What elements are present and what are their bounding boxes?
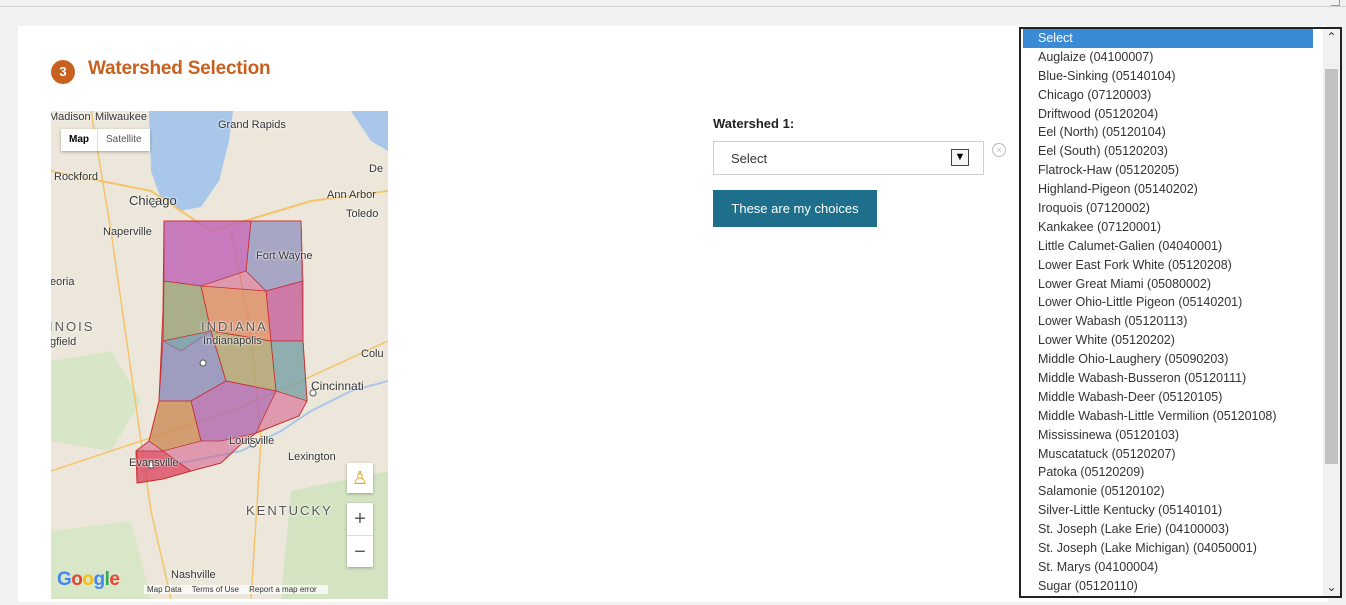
map-label-milwaukee: Milwaukee bbox=[95, 111, 147, 123]
dropdown-option[interactable]: Iroquois (07120002) bbox=[1021, 199, 1324, 218]
scroll-down-icon[interactable]: ⌄ bbox=[1323, 579, 1340, 596]
map-label-detroit: De bbox=[369, 163, 384, 175]
dropdown-option[interactable]: Eel (North) (05120104) bbox=[1021, 123, 1324, 142]
dropdown-option[interactable]: Middle Wabash-Deer (05120105) bbox=[1021, 388, 1324, 407]
map-label-ann-arbor: Ann Arbor bbox=[327, 189, 376, 201]
dropdown-option[interactable]: Silver-Little Kentucky (05140101) bbox=[1021, 501, 1324, 520]
dropdown-option[interactable]: Little Calumet-Galien (04040001) bbox=[1021, 237, 1324, 256]
map-label-toledo: Toledo bbox=[346, 208, 379, 220]
map-label-indiana: INDIANA bbox=[201, 319, 268, 334]
map-label-louisville: Louisville bbox=[229, 435, 275, 447]
map-label-peoria: eoria bbox=[51, 276, 75, 288]
dropdown-option[interactable]: Middle Wabash-Busseron (05120111) bbox=[1021, 369, 1324, 388]
report-error-link[interactable]: Report a map error bbox=[249, 585, 317, 594]
dropdown-option[interactable]: Lower East Fork White (05120208) bbox=[1021, 256, 1324, 275]
dropdown-option[interactable]: Chicago (07120003) bbox=[1021, 86, 1324, 105]
dropdown-option[interactable]: Middle Ohio-Laughery (05090203) bbox=[1021, 350, 1324, 369]
clear-icon[interactable]: × bbox=[992, 143, 1006, 157]
watershed-select-value: Select bbox=[731, 151, 768, 166]
dropdown-option-selected[interactable]: Select bbox=[1023, 29, 1313, 48]
zoom-in-button[interactable]: + bbox=[347, 503, 373, 536]
dropdown-option[interactable]: Mississinewa (05120103) bbox=[1021, 426, 1324, 445]
dropdown-option[interactable]: Highland-Pigeon (05140202) bbox=[1021, 180, 1324, 199]
map-label-cincinnati: Cincinnati bbox=[311, 379, 364, 393]
dropdown-option[interactable]: Flatrock-Haw (05120205) bbox=[1021, 161, 1324, 180]
corner-mark bbox=[1331, 0, 1340, 6]
dropdown-option[interactable]: Auglaize (04100007) bbox=[1021, 48, 1324, 67]
dropdown-option[interactable]: Middle Wabash-Little Vermilion (05120108… bbox=[1021, 407, 1324, 426]
google-logo: Google bbox=[57, 569, 120, 590]
map-label-evansville: Evansville bbox=[129, 457, 179, 469]
dropdown-option[interactable]: St. Joseph (Lake Michigan) (04050001) bbox=[1021, 539, 1324, 558]
map-label-springfield: gfield bbox=[51, 336, 77, 348]
map-type-satellite[interactable]: Satellite bbox=[97, 129, 150, 151]
top-divider bbox=[0, 6, 1346, 7]
step-number-badge: 3 bbox=[51, 60, 75, 84]
scroll-up-icon[interactable]: ⌃ bbox=[1323, 29, 1340, 46]
section-title: Watershed Selection bbox=[88, 58, 271, 79]
map-label-madison: Madison bbox=[51, 111, 91, 123]
watershed-select[interactable]: Select ▼ bbox=[713, 141, 984, 175]
dropdown-option[interactable]: Muscatatuck (05120207) bbox=[1021, 445, 1324, 464]
dropdown-option[interactable]: Driftwood (05120204) bbox=[1021, 105, 1324, 124]
map-type-map[interactable]: Map bbox=[61, 129, 97, 151]
chevron-down-icon[interactable]: ▼ bbox=[951, 149, 969, 166]
dropdown-option[interactable]: Salamonie (05120102) bbox=[1021, 482, 1324, 501]
dropdown-options: Select Auglaize (04100007) Blue-Sinking (0… bbox=[1021, 29, 1324, 596]
zoom-out-button[interactable]: − bbox=[347, 536, 373, 568]
map-label-naperville: Naperville bbox=[103, 226, 152, 238]
dropdown-option[interactable]: Blue-Sinking (05140104) bbox=[1021, 67, 1324, 86]
terms-link[interactable]: Terms of Use bbox=[192, 585, 239, 594]
map-label-illinois: INOIS bbox=[51, 319, 95, 334]
map-footer: Map Data Terms of Use Report a map error bbox=[144, 585, 328, 594]
dropdown-option[interactable]: Lower Ohio-Little Pigeon (05140201) bbox=[1021, 293, 1324, 312]
map-label-nashville: Nashville bbox=[171, 569, 216, 581]
watershed-label: Watershed 1: bbox=[713, 116, 795, 131]
dropdown-option[interactable]: Lower Great Miami (05080002) bbox=[1021, 275, 1324, 294]
dropdown-option[interactable]: St. Joseph (Lake Erie) (04100003) bbox=[1021, 520, 1324, 539]
street-view-pegman-icon[interactable]: ♙ bbox=[347, 463, 373, 493]
map-canvas bbox=[51, 111, 388, 599]
map-label-chicago: Chicago bbox=[129, 193, 177, 208]
map-label-grand-rapids: Grand Rapids bbox=[218, 119, 286, 131]
map-type-control[interactable]: Map Satellite bbox=[61, 129, 150, 151]
map-label-columbus: Colu bbox=[361, 348, 384, 360]
map-label-kentucky: KENTUCKY bbox=[246, 503, 333, 518]
dropdown-option[interactable]: Patoka (05120209) bbox=[1021, 463, 1324, 482]
map-label-fort-wayne: Fort Wayne bbox=[256, 250, 313, 262]
dropdown-option[interactable]: Lower Wabash (05120113) bbox=[1021, 312, 1324, 331]
dropdown-option[interactable]: St. Marys (04100004) bbox=[1021, 558, 1324, 577]
watershed-dropdown-list[interactable]: Select Auglaize (04100007) Blue-Sinking (0… bbox=[1019, 27, 1342, 598]
zoom-control: + − bbox=[347, 503, 373, 567]
map-label-indianapolis: Indianapolis bbox=[203, 335, 262, 347]
map-data-link[interactable]: Map Data bbox=[147, 585, 182, 594]
map-label-lexington: Lexington bbox=[288, 451, 336, 463]
watershed-map[interactable]: Map Satellite Madison Milwaukee Grand Ra… bbox=[51, 111, 388, 599]
dropdown-option[interactable]: Lower White (05120202) bbox=[1021, 331, 1324, 350]
dropdown-option[interactable]: Eel (South) (05120203) bbox=[1021, 142, 1324, 161]
dropdown-scrollbar[interactable]: ⌃ ⌄ bbox=[1323, 29, 1340, 596]
map-label-rockford: Rockford bbox=[54, 171, 99, 183]
scroll-thumb[interactable] bbox=[1325, 69, 1338, 464]
submit-choices-button[interactable]: These are my choices bbox=[713, 190, 877, 227]
dropdown-option[interactable]: Kankakee (07120001) bbox=[1021, 218, 1324, 237]
dropdown-option[interactable]: Sugar (05120110) bbox=[1021, 577, 1324, 596]
